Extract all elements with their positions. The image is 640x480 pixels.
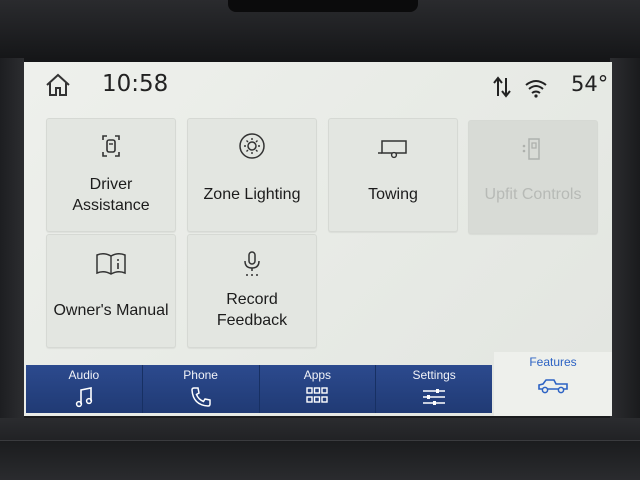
- phone-icon: [190, 387, 211, 407]
- apps-grid-icon: [306, 387, 329, 403]
- tile-label: Record Feedback: [216, 291, 288, 329]
- outside-temperature: 54°: [571, 72, 609, 96]
- upfit-icon: [522, 138, 540, 160]
- sync-arrows-icon: [493, 76, 511, 98]
- sliders-icon: [423, 389, 446, 405]
- tile-zone-lighting[interactable]: Zone Lighting: [187, 118, 317, 232]
- tile-label: Upfit Controls: [484, 186, 582, 203]
- bezel-right: [610, 58, 640, 428]
- touchscreen: 10:58 54° Driver Assistance Zone Lightin…: [24, 62, 612, 416]
- status-bar: 10:58 54°: [24, 62, 612, 108]
- nav-label: Phone: [183, 368, 218, 382]
- driver-assist-icon: [102, 135, 120, 157]
- nav-label: Audio: [68, 368, 100, 382]
- nav-label: Features: [529, 355, 577, 369]
- tile-owners-manual[interactable]: Owner's Manual: [46, 234, 176, 348]
- tile-label: Owner's Manual: [53, 302, 169, 319]
- bezel-left: [0, 58, 24, 428]
- bottom-nav-bar: Audio Phone Apps Settings: [26, 365, 492, 413]
- home-icon[interactable]: [44, 72, 72, 98]
- book-icon: [96, 252, 126, 275]
- tile-label: Driver Assistance: [72, 176, 150, 214]
- tile-driver-assistance[interactable]: Driver Assistance: [46, 118, 176, 232]
- tile-label: Zone Lighting: [203, 186, 301, 203]
- tile-record-feedback[interactable]: Record Feedback: [187, 234, 317, 348]
- nav-settings[interactable]: Settings: [376, 365, 492, 413]
- trailer-icon: [378, 140, 407, 159]
- clock: 10:58: [102, 71, 169, 97]
- nav-features[interactable]: Features: [494, 352, 612, 416]
- tile-upfit-controls[interactable]: Upfit Controls: [468, 120, 598, 234]
- nav-label: Apps: [303, 368, 332, 382]
- microphone-icon: [244, 251, 260, 276]
- wifi-icon: [525, 80, 547, 98]
- tile-label: Towing: [368, 186, 418, 203]
- zone-lighting-icon: [239, 133, 265, 159]
- truck-icon: [538, 379, 568, 394]
- nav-label: Settings: [412, 368, 456, 382]
- bezel-bottom-lip: [0, 440, 640, 480]
- nav-audio[interactable]: Audio: [26, 365, 143, 413]
- tile-towing[interactable]: Towing: [328, 118, 458, 232]
- music-note-icon: [75, 387, 93, 408]
- bezel-slot: [228, 0, 418, 12]
- nav-apps[interactable]: Apps: [260, 365, 377, 413]
- nav-phone[interactable]: Phone: [143, 365, 260, 413]
- bezel-top: [0, 0, 640, 62]
